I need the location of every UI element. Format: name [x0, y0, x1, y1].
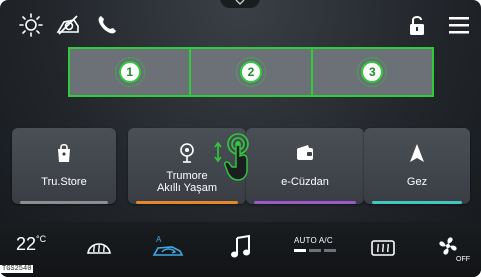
pull-down-handle[interactable] — [220, 0, 260, 8]
navigation-arrow-icon — [364, 142, 470, 164]
brightness-icon[interactable] — [18, 12, 44, 38]
fan-level-indicator — [294, 249, 336, 252]
store-bag-icon — [12, 142, 116, 164]
widget-zone-1[interactable]: 1 — [70, 49, 192, 95]
touch-drag-gesture-icon — [212, 130, 260, 184]
climate-bar: 22°C A AUTO A/C OFF — [0, 222, 481, 277]
phone-icon[interactable] — [94, 12, 120, 38]
tile-tru-store[interactable]: Tru.Store — [12, 128, 116, 204]
infotainment-screen: 1 2 3 Tru.Store Trumore Akıllı Yaşam e-C… — [0, 0, 481, 277]
auto-recirculation-icon[interactable]: A — [150, 232, 186, 262]
menu-icon[interactable] — [446, 12, 472, 38]
widget-zone-3[interactable]: 3 — [313, 49, 432, 95]
figure-code: TGS2540 — [0, 265, 34, 273]
zone-number-badge: 1 — [114, 57, 145, 87]
temperature-readout[interactable]: 22°C — [16, 234, 46, 255]
svg-text:A: A — [156, 235, 162, 244]
rear-defrost-icon[interactable] — [368, 232, 398, 262]
zone-number-badge: 2 — [235, 57, 266, 87]
auto-ac-label: AUTO A/C — [294, 236, 333, 245]
tile-accent-bar — [254, 201, 356, 204]
wallet-icon — [246, 142, 364, 164]
tile-gez[interactable]: Gez — [364, 128, 470, 204]
music-note-icon[interactable] — [226, 232, 256, 262]
unlock-icon[interactable] — [404, 12, 430, 38]
tile-e-cuzdan[interactable]: e-Cüzdan — [246, 128, 364, 204]
fan-off-label: OFF — [456, 256, 470, 263]
widget-zone-2[interactable]: 2 — [191, 49, 313, 95]
widget-zones: 1 2 3 — [68, 47, 434, 97]
tile-label: e-Cüzdan — [281, 176, 329, 188]
temperature-value: 22 — [16, 234, 37, 254]
auto-ac-button[interactable]: AUTO A/C — [294, 236, 336, 252]
tile-label: Gez — [406, 176, 428, 188]
tile-accent-bar — [20, 201, 108, 204]
camera-off-icon[interactable] — [55, 12, 81, 38]
tile-label: Tru.Store — [41, 176, 87, 188]
tile-accent-bar — [372, 201, 462, 204]
front-defrost-icon[interactable] — [84, 232, 114, 262]
temperature-unit: °C — [36, 234, 47, 244]
chevron-down-icon — [235, 0, 245, 5]
tile-accent-bar — [136, 201, 238, 204]
zone-number-badge: 3 — [357, 57, 388, 87]
